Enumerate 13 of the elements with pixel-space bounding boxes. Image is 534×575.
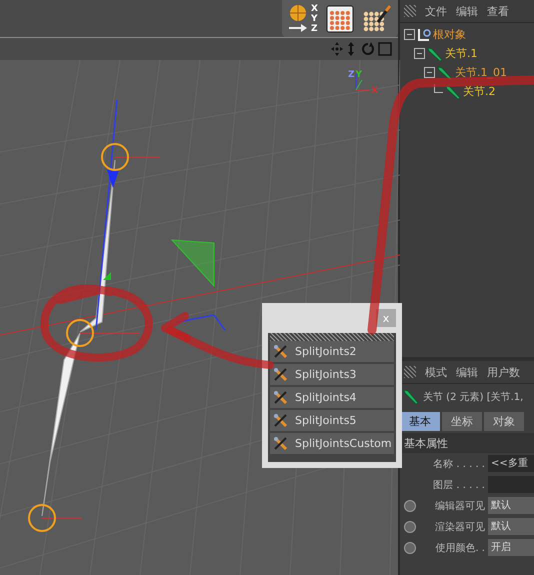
field-label: 使用颜色. . bbox=[434, 542, 485, 554]
axis-label: X bbox=[371, 86, 378, 96]
field-label: 名称 . . . . . bbox=[432, 458, 485, 470]
attribute-title: 关节 (2 元素) [关节.1, bbox=[423, 390, 524, 404]
axis-letter: Z bbox=[311, 24, 318, 34]
axis-label: Z bbox=[348, 70, 355, 80]
field-label: 图层 . . . . . bbox=[432, 478, 485, 492]
field-label: 编辑器可见 bbox=[434, 500, 485, 512]
axis-letter: X bbox=[311, 4, 318, 14]
axis-label: Y bbox=[356, 70, 362, 80]
axis-letter: Y bbox=[311, 14, 318, 24]
field-label: 渲染器可见 bbox=[434, 520, 485, 534]
section-header: 基本属性 bbox=[400, 433, 534, 453]
